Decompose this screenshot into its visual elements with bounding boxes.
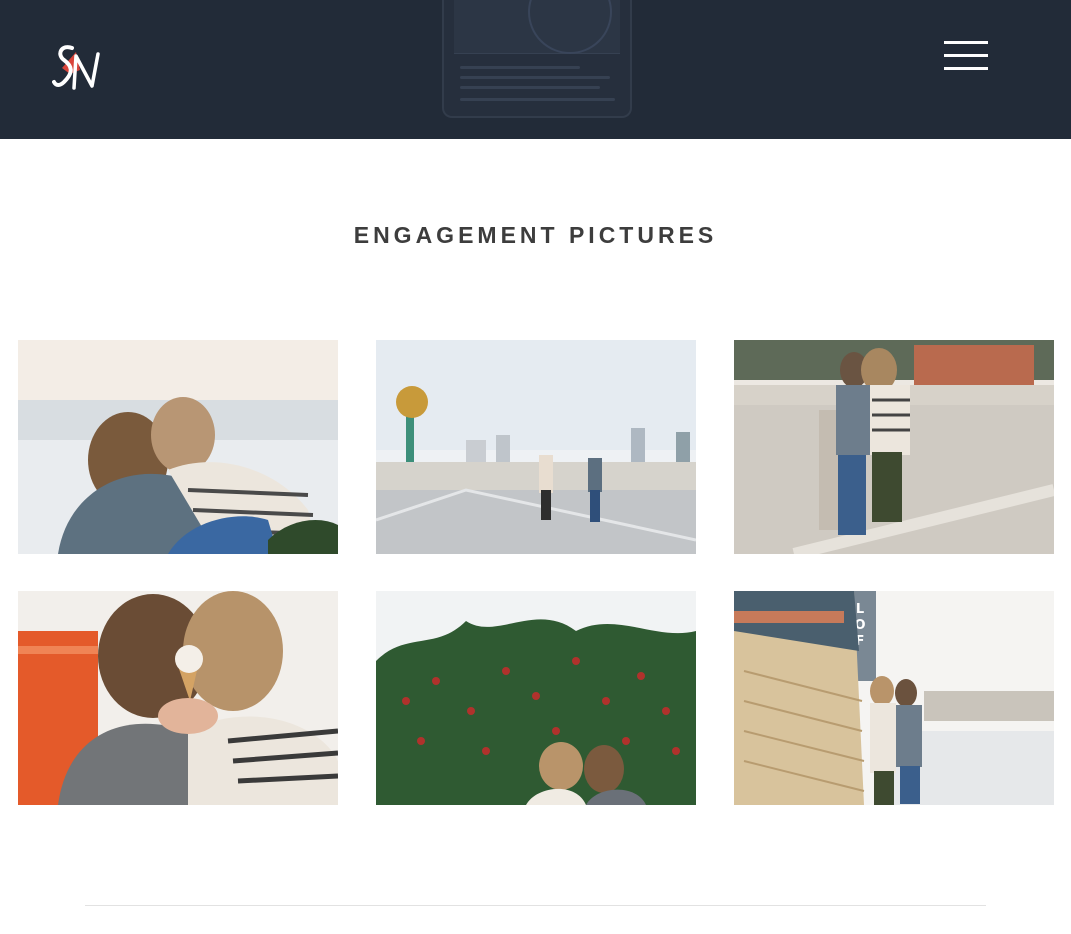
footer-divider — [85, 905, 986, 906]
gallery-photo-brick-wall-lofts[interactable]: L O F — [734, 591, 1054, 805]
photo-image — [734, 340, 1054, 554]
photo-image — [18, 591, 338, 805]
site-logo[interactable] — [52, 42, 108, 96]
menu-bar-icon — [944, 67, 988, 70]
lofts-sign-text: L — [856, 602, 864, 617]
section-title: ENGAGEMENT PICTURES — [353, 222, 718, 248]
menu-bar-icon — [944, 54, 988, 57]
header-phone-mockup — [442, 0, 632, 118]
gallery-photo-berry-bush[interactable] — [376, 591, 696, 805]
gallery-photo-couple-sitting[interactable] — [18, 340, 338, 554]
photo-image — [376, 591, 696, 805]
photo-image — [18, 340, 338, 554]
site-header — [0, 0, 1071, 139]
gallery-photo-ice-cream-kiss[interactable] — [18, 591, 338, 805]
gallery-photo-couple-rooftop[interactable] — [734, 340, 1054, 554]
photo-image: L O F — [734, 591, 1054, 805]
photo-image — [376, 340, 696, 554]
hamburger-menu-button[interactable] — [940, 38, 992, 74]
menu-bar-icon — [944, 41, 988, 44]
gallery-photo-skyline-holding-hands[interactable] — [376, 340, 696, 554]
logo-mark-icon — [52, 45, 100, 90]
